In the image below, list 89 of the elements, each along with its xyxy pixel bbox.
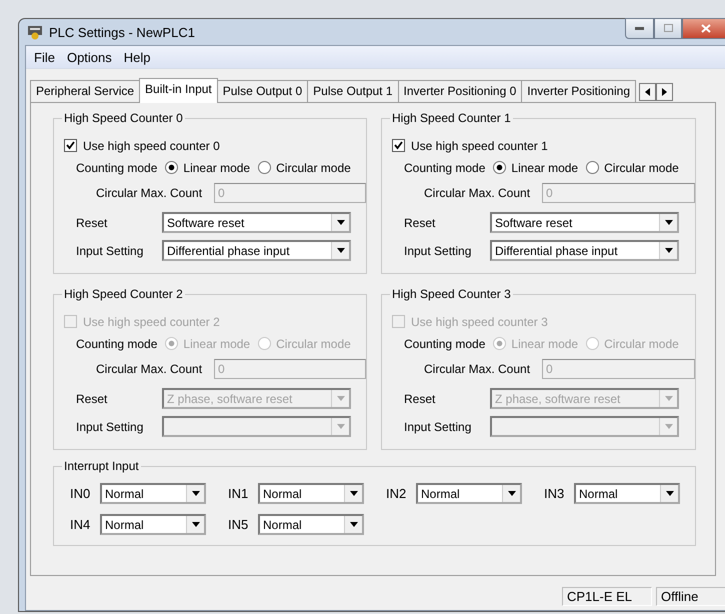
counting-mode-label: Counting mode xyxy=(404,160,486,175)
group-title: High Speed Counter 3 xyxy=(390,287,513,301)
minimize-icon xyxy=(635,26,644,30)
group-title: Interrupt Input xyxy=(62,459,141,473)
input-label: IN5 xyxy=(228,517,250,532)
radio-label: Circular mode xyxy=(276,336,351,351)
radio-label: Linear mode xyxy=(183,336,250,351)
minimize-button[interactable] xyxy=(625,18,654,38)
reset-label: Reset xyxy=(76,216,108,230)
interrupt-dropdown[interactable]: Normal xyxy=(574,483,680,504)
maximize-icon xyxy=(664,24,672,32)
interrupt-dropdown[interactable]: Normal xyxy=(100,483,206,504)
tab[interactable]: Peripheral Service xyxy=(30,80,140,103)
interrupt-dropdown[interactable]: Normal xyxy=(416,483,522,504)
use-checkbox[interactable] xyxy=(392,139,405,152)
caret-icon xyxy=(664,248,672,254)
caret-icon xyxy=(336,396,344,402)
group-title: High Speed Counter 0 xyxy=(62,111,185,125)
radio-label: Linear mode xyxy=(511,160,578,175)
radio-label: Circular mode xyxy=(276,160,351,175)
checkbox-label: Use high speed counter 1 xyxy=(411,138,548,153)
caret-icon xyxy=(192,522,200,527)
caret-icon xyxy=(664,396,672,402)
radio-label: Circular mode xyxy=(604,336,679,351)
caret-icon xyxy=(192,491,200,496)
interrupt-dropdown[interactable]: Normal xyxy=(258,483,364,504)
counting-mode-label: Counting mode xyxy=(76,336,158,351)
input-label: IN0 xyxy=(70,486,92,501)
reset-label: Reset xyxy=(404,392,436,406)
caret-icon xyxy=(508,491,516,496)
radio-button[interactable] xyxy=(258,161,272,174)
max-count-label: Circular Max. Count xyxy=(96,362,202,376)
caret-icon xyxy=(336,424,344,430)
interrupt-dropdown[interactable]: Normal xyxy=(100,514,206,535)
menu-item[interactable]: Options xyxy=(60,50,118,64)
close-icon xyxy=(701,24,711,32)
scroll-left-icon[interactable] xyxy=(639,83,656,101)
group-title: High Speed Counter 2 xyxy=(62,287,185,301)
reset-dropdown[interactable]: Software reset xyxy=(162,212,351,234)
close-button[interactable] xyxy=(682,18,725,38)
radio-button[interactable] xyxy=(165,161,178,174)
radio-button[interactable] xyxy=(586,161,600,174)
tab[interactable]: Built-in Input xyxy=(139,78,218,103)
counting-mode-label: Counting mode xyxy=(404,336,486,351)
radio-button[interactable] xyxy=(493,161,506,174)
caret-icon xyxy=(664,424,672,430)
input-label: IN3 xyxy=(544,486,566,501)
input-label: IN4 xyxy=(70,517,92,532)
input-setting-label: Input Setting xyxy=(76,244,144,258)
group-title: High Speed Counter 1 xyxy=(390,111,513,125)
maximize-button[interactable] xyxy=(654,18,682,38)
scroll-right-icon[interactable] xyxy=(656,83,673,101)
menu-item[interactable]: Help xyxy=(118,50,157,64)
caret-icon xyxy=(350,522,358,527)
radio-label: Linear mode xyxy=(183,160,250,175)
input-setting-dropdown[interactable] xyxy=(162,416,351,438)
max-count-label: Circular Max. Count xyxy=(424,186,530,200)
reset-dropdown[interactable]: Software reset xyxy=(490,212,679,234)
input-setting-label: Input Setting xyxy=(404,244,472,258)
input-label: IN1 xyxy=(228,486,250,501)
caret-icon xyxy=(336,220,344,226)
interrupt-dropdown[interactable]: Normal xyxy=(258,514,364,535)
input-setting-dropdown[interactable]: Differential phase input xyxy=(162,240,351,262)
app-icon xyxy=(27,24,43,40)
max-count-label: Circular Max. Count xyxy=(424,362,530,376)
window-title: PLC Settings - NewPLC1 xyxy=(49,24,196,40)
checkbox-label: Use high speed counter 2 xyxy=(83,314,220,329)
radio-label: Linear mode xyxy=(511,336,578,351)
input-label: IN2 xyxy=(386,486,408,501)
radio-label: Circular mode xyxy=(604,160,679,175)
input-setting-label: Input Setting xyxy=(76,420,144,434)
use-checkbox[interactable] xyxy=(64,139,77,152)
max-count-label: Circular Max. Count xyxy=(96,186,202,200)
caret-icon xyxy=(336,248,344,254)
input-setting-label: Input Setting xyxy=(404,420,472,434)
checkbox-label: Use high speed counter 0 xyxy=(83,138,220,153)
status-field: CP1L-E EL xyxy=(562,587,652,606)
reset-label: Reset xyxy=(404,216,436,230)
menu-item[interactable]: File xyxy=(28,50,61,64)
caret-icon xyxy=(350,491,358,496)
caret-icon xyxy=(664,220,672,226)
input-setting-dropdown[interactable]: Differential phase input xyxy=(490,240,679,262)
tab[interactable]: Inverter Positioning xyxy=(521,80,636,103)
input-setting-dropdown[interactable] xyxy=(490,416,679,438)
reset-label: Reset xyxy=(76,392,108,406)
status-field: Offline xyxy=(656,587,725,606)
counting-mode-label: Counting mode xyxy=(76,160,158,175)
caret-icon xyxy=(666,491,674,496)
checkbox-label: Use high speed counter 3 xyxy=(411,314,548,329)
